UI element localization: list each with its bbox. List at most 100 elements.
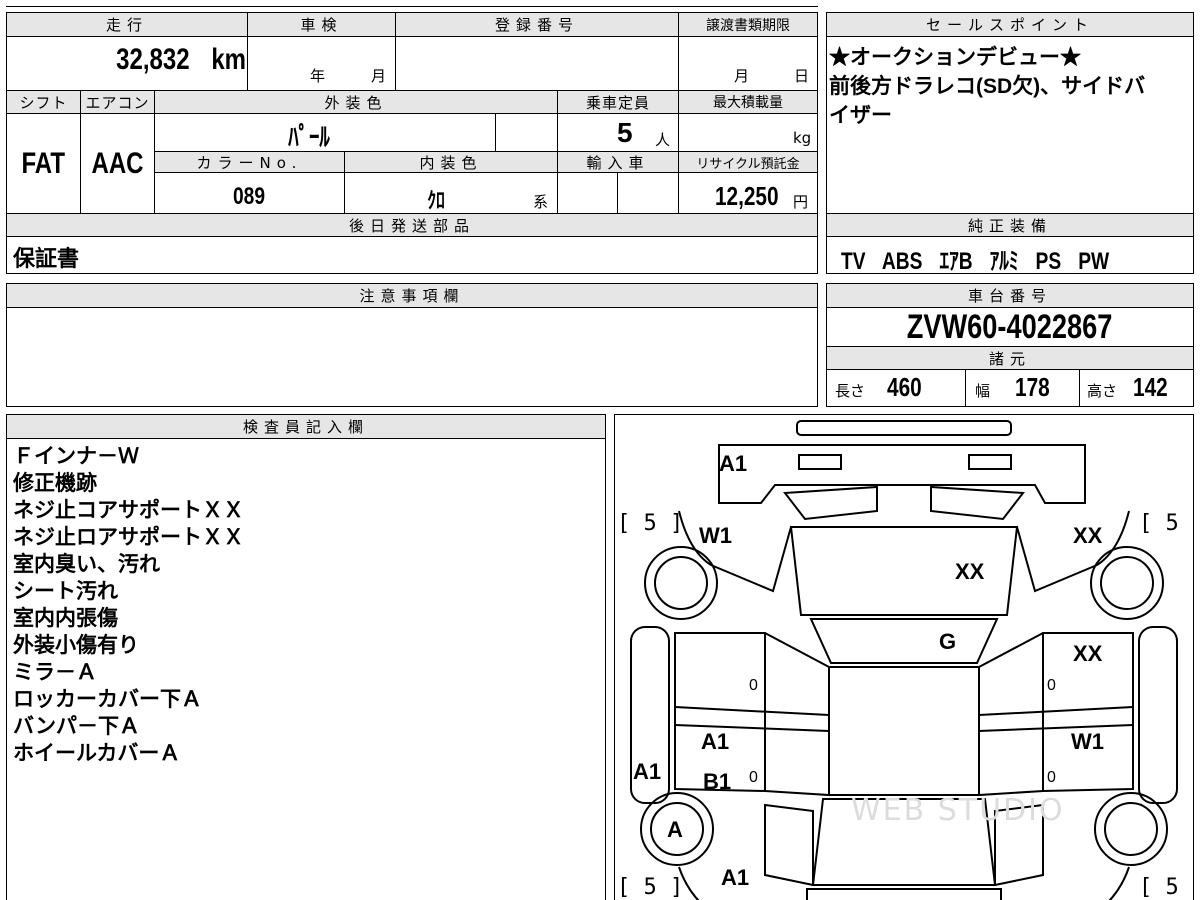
grid-line [557,90,558,213]
max-load-header: 最大積載量 [679,90,817,114]
interior-color-header: 内装色 [345,151,557,173]
equipment-item: PW [1078,248,1110,275]
specs-header: 諸元 [827,346,1193,370]
watermark: WEB STUDIO [851,793,1065,828]
front-bumper-damage: A1 [719,451,748,476]
grid-line [344,151,345,213]
equipment-item: ABS [881,248,923,275]
grid-line [617,173,618,213]
inspector-note: 室内臭い、汚れ [13,553,160,576]
max-load-unit: kg [793,129,812,147]
inspector-note: バンパ－下Ａ [13,715,141,738]
equipment-item: TV [841,248,866,275]
import-header: 輸入車 [558,151,678,173]
rear-bumper-damage: A1 [721,865,750,890]
chassis-panel: 車台番号 ZVW60-4022867 諸元 長さ 460 幅 178 高さ 14… [826,283,1194,407]
inspector-note: ネジ止コアサポートＸＸ [13,499,244,522]
chassis-header: 車台番号 [827,284,1193,308]
shift-value: FAT [21,146,66,180]
recycle-unit: 円 [793,193,809,211]
sales-point-line: 前後方ドラレコ(SD欠)、サイドバ [829,75,1146,98]
door-marker: 0 [749,677,758,694]
transfer-day-unit: 日 [794,67,810,85]
inspector-note: ロッカーカバー下Ａ [13,688,202,711]
sales-point-line: ★オークションデビュー★ [829,46,1081,69]
exterior-color-value: ﾊﾟｰﾙ [288,122,330,152]
interior-color-suffix: 系 [533,193,549,211]
door-marker: 0 [749,769,758,786]
capacity-header: 乗車定員 [558,90,678,114]
inspector-note: Ｆインナ－Ｗ [13,445,139,468]
right-front-fender-damage: XX [1073,523,1103,548]
inspector-note: ネジ止ロアサポートＸＸ [13,526,244,549]
mileage-header: 走行 [7,13,247,37]
caution-panel: 注意事項欄 [6,283,818,407]
later-parts-value: 保証書 [13,246,80,271]
tire-tread-right-front: [ 5 ] [1139,511,1193,536]
inspector-header: 検査員記入欄 [7,415,605,439]
shaken-year-unit: 年 [310,67,326,85]
inspector-panel: 検査員記入欄 Ｆインナ－Ｗ 修正機跡 ネジ止コアサポートＸＸ ネジ止ロアサポート… [6,414,606,900]
grid-line [80,90,81,213]
transfer-deadline-header: 譲渡書類期限 [679,13,817,37]
top-strip-line [6,6,818,7]
tire-tread-left-front: [ 5 ] [617,511,684,536]
grid-line [1079,370,1080,406]
height-label: 高さ [1087,382,1118,400]
aircon-header: エアコン [81,90,154,114]
capacity-value: 5 [617,117,633,148]
equipment-item: ｴｱB [939,248,973,275]
recycle-value: 12,250 [714,181,779,211]
inspector-note: 室内内張傷 [13,607,118,630]
sales-point-text: ★オークションデビュー★ 前後方ドラレコ(SD欠)、サイドバ イザー [829,43,1145,130]
width-value: 178 [1015,372,1050,402]
grid-line [678,13,679,213]
left-rear-door-damage-2: B1 [703,769,732,794]
inspector-note: ミラ－Ａ [13,661,97,684]
sales-point-header: セールスポイント [827,13,1193,37]
length-value: 460 [887,372,922,402]
exterior-color-header: 外装色 [155,90,557,114]
capacity-unit: 人 [655,131,671,149]
recycle-header: リサイクル預託金 [679,151,817,173]
caution-header: 注意事項欄 [7,284,817,308]
shaken-month-unit: 月 [371,67,387,85]
door-marker: 0 [1047,769,1056,786]
left-rear-door-damage: A1 [701,729,730,754]
width-label: 幅 [975,382,991,400]
tire-tread-right-rear: [ 5 ] [1139,875,1193,900]
color-no-header: カラーNo. [155,151,344,173]
left-rear-wheel-damage: A [667,817,683,842]
inspector-note: 外装小傷有り [13,634,139,657]
equipment-item: ｱﾙﾐ [989,248,1019,275]
shaken-header: 車検 [248,13,395,37]
vehicle-info-table: 走行 車検 登録番号 譲渡書類期限 32,832 km 年 月 月 日 シフト … [6,12,818,274]
color-no-value: 089 [233,183,266,210]
sales-point-line: イザー [829,104,892,127]
later-parts-header: 後日発送部品 [7,213,817,237]
interior-color-value: ｸﾛ [427,188,445,213]
genuine-equipment-header: 純正装備 [827,213,1193,237]
chassis-number: ZVW60-4022867 [907,307,1113,346]
grid-line [154,90,155,213]
right-rear-door-damage: W1 [1071,729,1104,754]
inspector-notes: Ｆインナ－Ｗ 修正機跡 ネジ止コアサポートＸＸ ネジ止ロアサポートＸＸ 室内臭い… [13,443,244,767]
shift-header: シフト [7,90,80,114]
mileage-value: 32,832 km [116,43,247,76]
bonnet-damage: XX [955,559,985,584]
transfer-month-unit: 月 [734,67,750,85]
grid-line [247,13,248,90]
length-label: 長さ [835,382,866,400]
sales-point-panel: セールスポイント ★オークションデビュー★ 前後方ドラレコ(SD欠)、サイドバ … [826,12,1194,276]
right-front-door-damage: XX [1073,641,1103,666]
car-diagram-panel: A1 XX W1 XX G XX A1 B1 A1 W1 A A1 0 0 0 … [614,414,1194,900]
left-front-fender-damage: W1 [699,523,732,548]
inspector-note: シート汚れ [13,580,118,603]
inspector-note: ホイールカバーＡ [13,742,181,765]
grid-line [495,114,496,151]
registration-header: 登録番号 [396,13,678,37]
genuine-equipment-list: TV ABS ｴｱB ｱﾙﾐ PS PW [841,241,1161,276]
door-marker: 0 [1047,677,1056,694]
roof-damage: G [939,629,957,654]
tire-tread-left-rear: [ 5 ] [617,875,684,900]
